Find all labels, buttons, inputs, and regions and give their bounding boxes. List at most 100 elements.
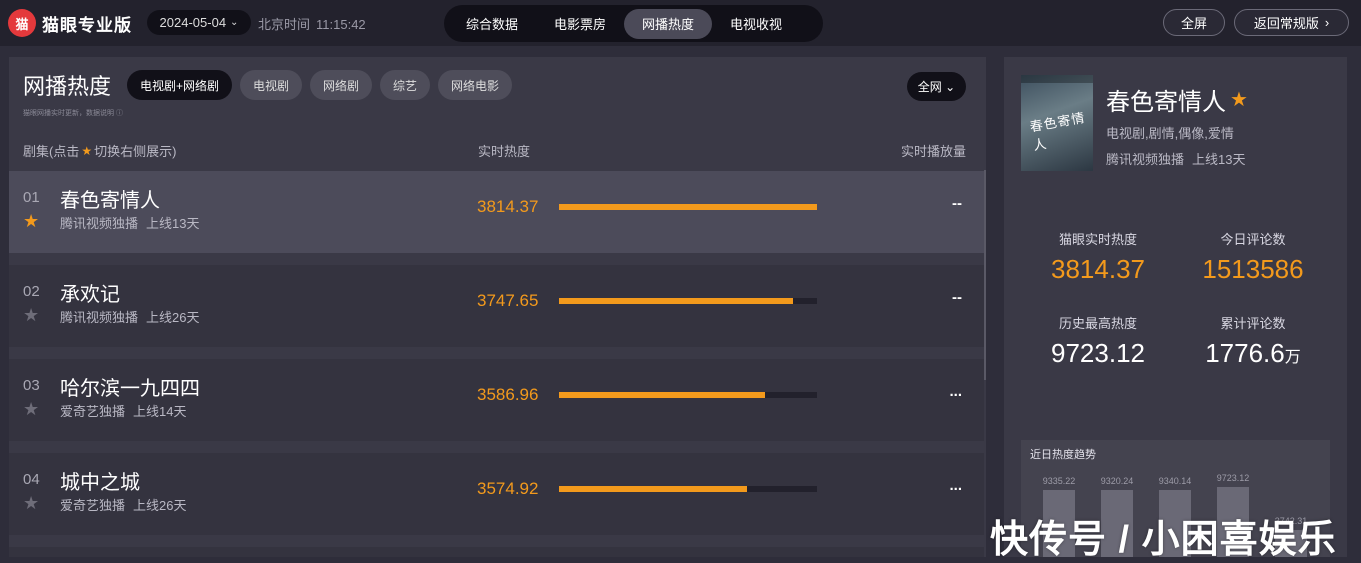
- table-header: 剧集(点击 ★ 切换右侧展示) 实时热度 实时播放量: [9, 130, 986, 170]
- col-series-prefix: 剧集(点击: [23, 144, 80, 159]
- trend-bar-label: 9340.14: [1158, 476, 1192, 486]
- series-meta: 爱奇艺独播 上线26天: [60, 495, 186, 514]
- col-heat: 实时热度: [478, 144, 531, 159]
- stat-label: 今日评论数: [1220, 232, 1286, 247]
- table-row[interactable]: 01 ★ 春色寄情人 腾讯视频独播 上线13天 3814.37 --: [9, 171, 984, 253]
- stat-value: 3814.37: [1051, 254, 1145, 284]
- trend-bar-label: 9335.22: [1042, 476, 1076, 486]
- stat-label: 猫眼实时热度: [1058, 232, 1137, 247]
- filter-web-series[interactable]: 网络剧: [310, 70, 372, 100]
- stat-today-comments: 今日评论数 1513586: [1178, 229, 1328, 285]
- series-name: 春色寄情人: [60, 190, 160, 212]
- stat-unit: 万: [1284, 349, 1301, 366]
- heat-bar: [559, 204, 817, 210]
- filter-variety[interactable]: 综艺: [380, 70, 430, 100]
- tab-overview[interactable]: 综合数据: [448, 9, 536, 39]
- col-play: 实时播放量: [900, 144, 966, 159]
- heat-bar: [559, 298, 817, 304]
- watermark: 快传号 / 小困喜娱乐: [990, 519, 1337, 561]
- trend-bar-label: 9320.24: [1100, 476, 1134, 486]
- heat-value: 3814.37: [477, 197, 539, 216]
- table-row[interactable]: 03 ★ 哈尔滨一九四四 爱奇艺独播 上线14天 3586.96 ...: [9, 359, 984, 441]
- back-label: 返回常规版: [1253, 16, 1319, 31]
- online-days: 上线26天: [146, 310, 200, 325]
- detail-panel: 春色寄情人 春色寄情人 ★ 电视剧,剧情,偶像,爱情 腾讯视频独播 上线13天 猫…: [1004, 57, 1347, 557]
- play-count: --: [952, 195, 962, 212]
- poster-strip: [1021, 75, 1093, 83]
- play-count: ...: [949, 383, 962, 400]
- heat-bar-fill: [559, 486, 748, 492]
- detail-title-text: 春色寄情人: [1106, 89, 1226, 116]
- table-row-partial: [9, 547, 984, 557]
- series-meta: 爱奇艺独播 上线14天: [60, 401, 186, 420]
- rank: 02: [23, 283, 40, 300]
- poster-image: 春色寄情人: [1021, 75, 1093, 171]
- star-icon[interactable]: ★: [23, 399, 39, 420]
- tab-box-office[interactable]: 电影票房: [536, 9, 624, 39]
- chevron-down-icon: ⌄: [230, 17, 239, 28]
- detail-genre: 电视剧,剧情,偶像,爱情: [1106, 126, 1234, 141]
- filter-web-movie[interactable]: 网络电影: [438, 70, 512, 100]
- heat-bar: [559, 392, 817, 398]
- heat-bar: [559, 486, 817, 492]
- star-icon[interactable]: ★: [23, 493, 39, 514]
- detail-title: 春色寄情人 ★: [1106, 82, 1248, 117]
- data-note[interactable]: 猫眼网播实时更新，数据说明 ⓘ: [23, 108, 123, 118]
- play-count: ...: [949, 477, 962, 494]
- star-icon[interactable]: ★: [23, 211, 39, 232]
- date-selector[interactable]: 2024-05-04 ⌄: [147, 10, 251, 35]
- main-nav: 综合数据 电影票房 网播热度 电视收视: [444, 5, 823, 42]
- filter-tv[interactable]: 电视剧: [240, 70, 302, 100]
- heat-value: 3574.92: [477, 479, 539, 498]
- platform: 腾讯视频独播: [60, 216, 139, 231]
- heat-bar-fill: [559, 392, 766, 398]
- online-days: 上线26天: [133, 498, 187, 513]
- stat-total-comments: 累计评论数 1776.6万: [1178, 313, 1328, 369]
- star-icon: ★: [1230, 89, 1248, 111]
- rank: 03: [23, 377, 40, 394]
- col-series-suffix: 切换右侧展示): [94, 144, 177, 159]
- top-bar: 猫 猫眼专业版 2024-05-04 ⌄ 北京时间 11:15:42 综合数据 电…: [0, 0, 1361, 46]
- cat-logo-icon: 猫: [8, 9, 36, 37]
- table-row[interactable]: 04 ★ 城中之城 爱奇艺独播 上线26天 3574.92 ...: [9, 453, 984, 535]
- trend-title: 近日热度趋势: [1030, 449, 1096, 461]
- app-logo[interactable]: 猫 猫眼专业版: [8, 8, 132, 38]
- detail-meta: 腾讯视频独播 上线13天: [1106, 149, 1245, 168]
- chevron-right-icon: ›: [1324, 15, 1330, 30]
- filter-tv-and-web[interactable]: 电视剧+网络剧: [127, 70, 232, 100]
- ranking-panel: 网播热度 猫眼网播实时更新，数据说明 ⓘ 电视剧+网络剧 电视剧 网络剧 综艺 …: [9, 57, 986, 557]
- fullscreen-button[interactable]: 全屏: [1163, 9, 1225, 36]
- online-days: 上线14天: [133, 404, 187, 419]
- stat-peak-heat: 历史最高热度 9723.12: [1023, 313, 1173, 369]
- rank: 04: [23, 471, 40, 488]
- series-name: 承欢记: [60, 284, 120, 306]
- detail-online: 上线13天: [1192, 152, 1246, 167]
- stat-value: 1513586: [1202, 254, 1304, 284]
- stat-value-wrap: 1776.6万: [1178, 338, 1328, 369]
- stat-label: 累计评论数: [1220, 316, 1286, 331]
- star-icon: ★: [81, 143, 93, 158]
- rank: 01: [23, 189, 40, 206]
- scrollbar[interactable]: [984, 170, 986, 380]
- heat-bar-fill: [559, 298, 793, 304]
- stat-realtime-heat: 猫眼实时热度 3814.37: [1023, 229, 1173, 285]
- tab-web-heat[interactable]: 网播热度: [624, 8, 713, 39]
- trend-bar-label: 9723.12: [1216, 473, 1250, 483]
- series-meta: 腾讯视频独播 上线26天: [60, 307, 199, 326]
- app-name: 猫眼专业版: [42, 15, 132, 35]
- star-icon[interactable]: ★: [23, 305, 39, 326]
- clock-time: 11:15:42: [316, 17, 366, 32]
- series-name: 城中之城: [60, 472, 140, 494]
- online-days: 上线13天: [146, 216, 200, 231]
- col-series: 剧集(点击 ★ 切换右侧展示): [23, 141, 176, 160]
- platform: 爱奇艺独播: [60, 404, 126, 419]
- back-to-classic-button[interactable]: 返回常规版 ›: [1234, 9, 1349, 36]
- stat-value: 1776.6: [1205, 338, 1285, 368]
- table-row[interactable]: 02 ★ 承欢记 腾讯视频独播 上线26天 3747.65 --: [9, 265, 984, 347]
- series-meta: 腾讯视频独播 上线13天: [60, 213, 199, 232]
- poster-title: 春色寄情人: [1028, 110, 1087, 155]
- stat-value: 9723.12: [1051, 338, 1145, 368]
- tab-tv-ratings[interactable]: 电视收视: [712, 9, 800, 39]
- scope-dropdown[interactable]: 全网 ⌄: [907, 72, 966, 101]
- platform: 腾讯视频独播: [60, 310, 139, 325]
